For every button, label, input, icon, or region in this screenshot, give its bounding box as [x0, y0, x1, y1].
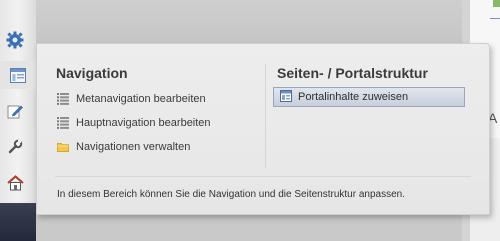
page-layout-icon	[280, 89, 292, 105]
gear-icon	[6, 31, 24, 49]
footer-separator	[55, 176, 471, 177]
settings-button[interactable]	[3, 29, 27, 51]
menu-item-hauptnavigation[interactable]: Hauptnavigation bearbeiten	[57, 117, 211, 129]
list-icon	[57, 93, 69, 105]
home-icon	[6, 175, 24, 191]
toolbar-footer	[0, 203, 36, 241]
home-button[interactable]	[3, 172, 27, 194]
navigation-flyout-panel: Navigation Metanavigation bearbeiten Hau…	[36, 43, 490, 215]
menu-item-label: Hauptnavigation bearbeiten	[76, 117, 211, 129]
assign-portal-content-label: Portalinhalte zuweisen	[298, 91, 409, 103]
structure-heading: Seiten- / Portalstruktur	[277, 65, 428, 81]
menu-item-label: Navigationen verwalten	[76, 141, 191, 153]
menu-item-metanavigation[interactable]: Metanavigation bearbeiten	[57, 93, 206, 105]
edit-icon	[7, 105, 23, 119]
structure-icon	[10, 67, 26, 83]
column-divider	[265, 64, 266, 168]
status-indicator	[493, 0, 500, 7]
wrench-icon	[8, 139, 23, 154]
panel-description: In diesem Bereich können Sie die Navigat…	[57, 189, 405, 200]
menu-item-label: Metanavigation bearbeiten	[76, 93, 206, 105]
top-bar	[0, 0, 500, 42]
menu-item-navigationen-verwalten[interactable]: Navigationen verwalten	[57, 141, 190, 153]
list-icon	[57, 117, 69, 129]
tools-button[interactable]	[3, 136, 27, 158]
assign-portal-content-button[interactable]: Portalinhalte zuweisen	[273, 87, 465, 107]
folder-icon	[57, 141, 69, 153]
structure-button[interactable]	[0, 61, 36, 89]
left-toolbar	[0, 0, 36, 241]
background-line	[490, 18, 500, 19]
edit-button[interactable]	[3, 100, 27, 122]
navigation-heading: Navigation	[56, 65, 128, 81]
